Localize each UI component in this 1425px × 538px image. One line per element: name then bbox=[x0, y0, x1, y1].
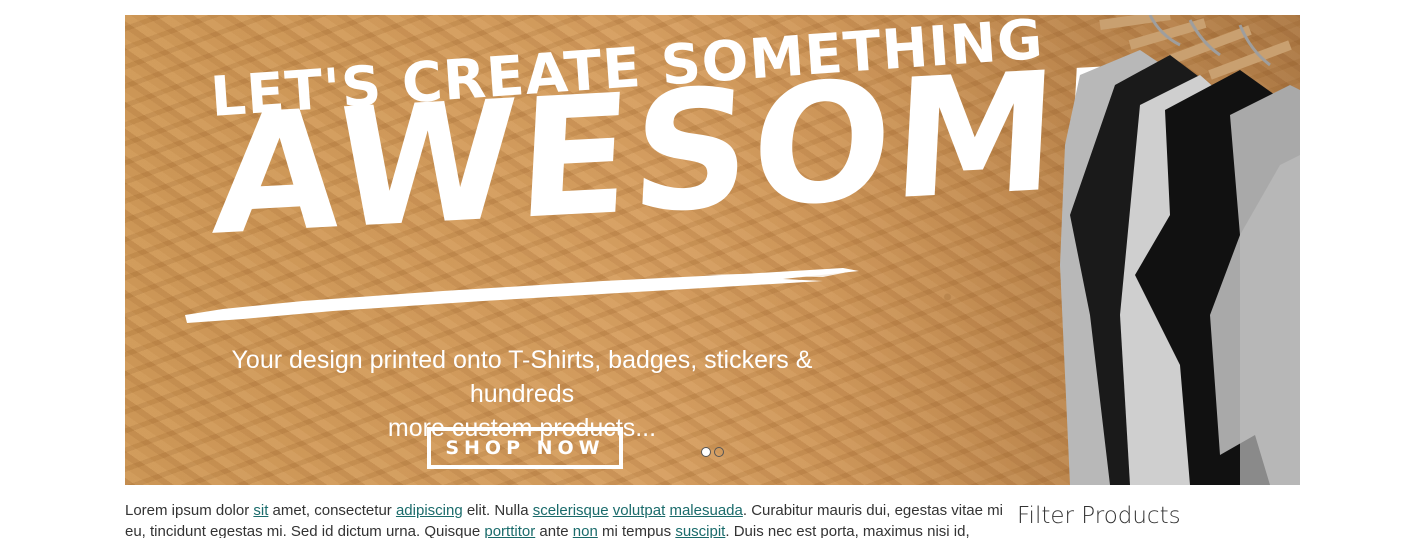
link-non[interactable]: non bbox=[573, 523, 598, 538]
link-malesuada[interactable]: malesuada bbox=[669, 502, 742, 519]
tshirts-on-hangers-image bbox=[1060, 15, 1300, 485]
slider-dot-1[interactable] bbox=[701, 447, 711, 457]
text-segment: ante bbox=[535, 523, 573, 538]
shop-now-button[interactable]: SHOP NOW bbox=[427, 427, 623, 469]
link-adipiscing[interactable]: adipiscing bbox=[396, 502, 463, 519]
text-segment: amet, consectetur bbox=[268, 502, 396, 519]
link-porttitor[interactable]: porttitor bbox=[484, 523, 535, 538]
slider-dots bbox=[701, 447, 724, 457]
link-scelerisque[interactable]: scelerisque bbox=[533, 502, 609, 519]
brush-underline-graphic bbox=[185, 268, 859, 323]
text-segment: mi tempus bbox=[597, 523, 676, 538]
hero-tagline-line1: Your design printed onto T-Shirts, badge… bbox=[231, 346, 813, 408]
link-suscipit[interactable]: suscipit bbox=[675, 523, 725, 538]
filter-products-heading: Filter Products bbox=[1017, 503, 1181, 529]
hero-slider[interactable]: LET'S CREATE SOMETHING AWESOME Your desi… bbox=[125, 15, 1300, 485]
link-sit[interactable]: sit bbox=[253, 502, 268, 519]
intro-paragraph: Lorem ipsum dolor sit amet, consectetur … bbox=[125, 500, 1005, 538]
text-segment: Lorem ipsum dolor bbox=[125, 502, 254, 519]
link-volutpat[interactable]: volutpat bbox=[613, 502, 666, 519]
slider-dot-2[interactable] bbox=[714, 447, 724, 457]
page: LET'S CREATE SOMETHING AWESOME Your desi… bbox=[0, 0, 1425, 538]
text-segment: elit. Nulla bbox=[462, 502, 533, 519]
